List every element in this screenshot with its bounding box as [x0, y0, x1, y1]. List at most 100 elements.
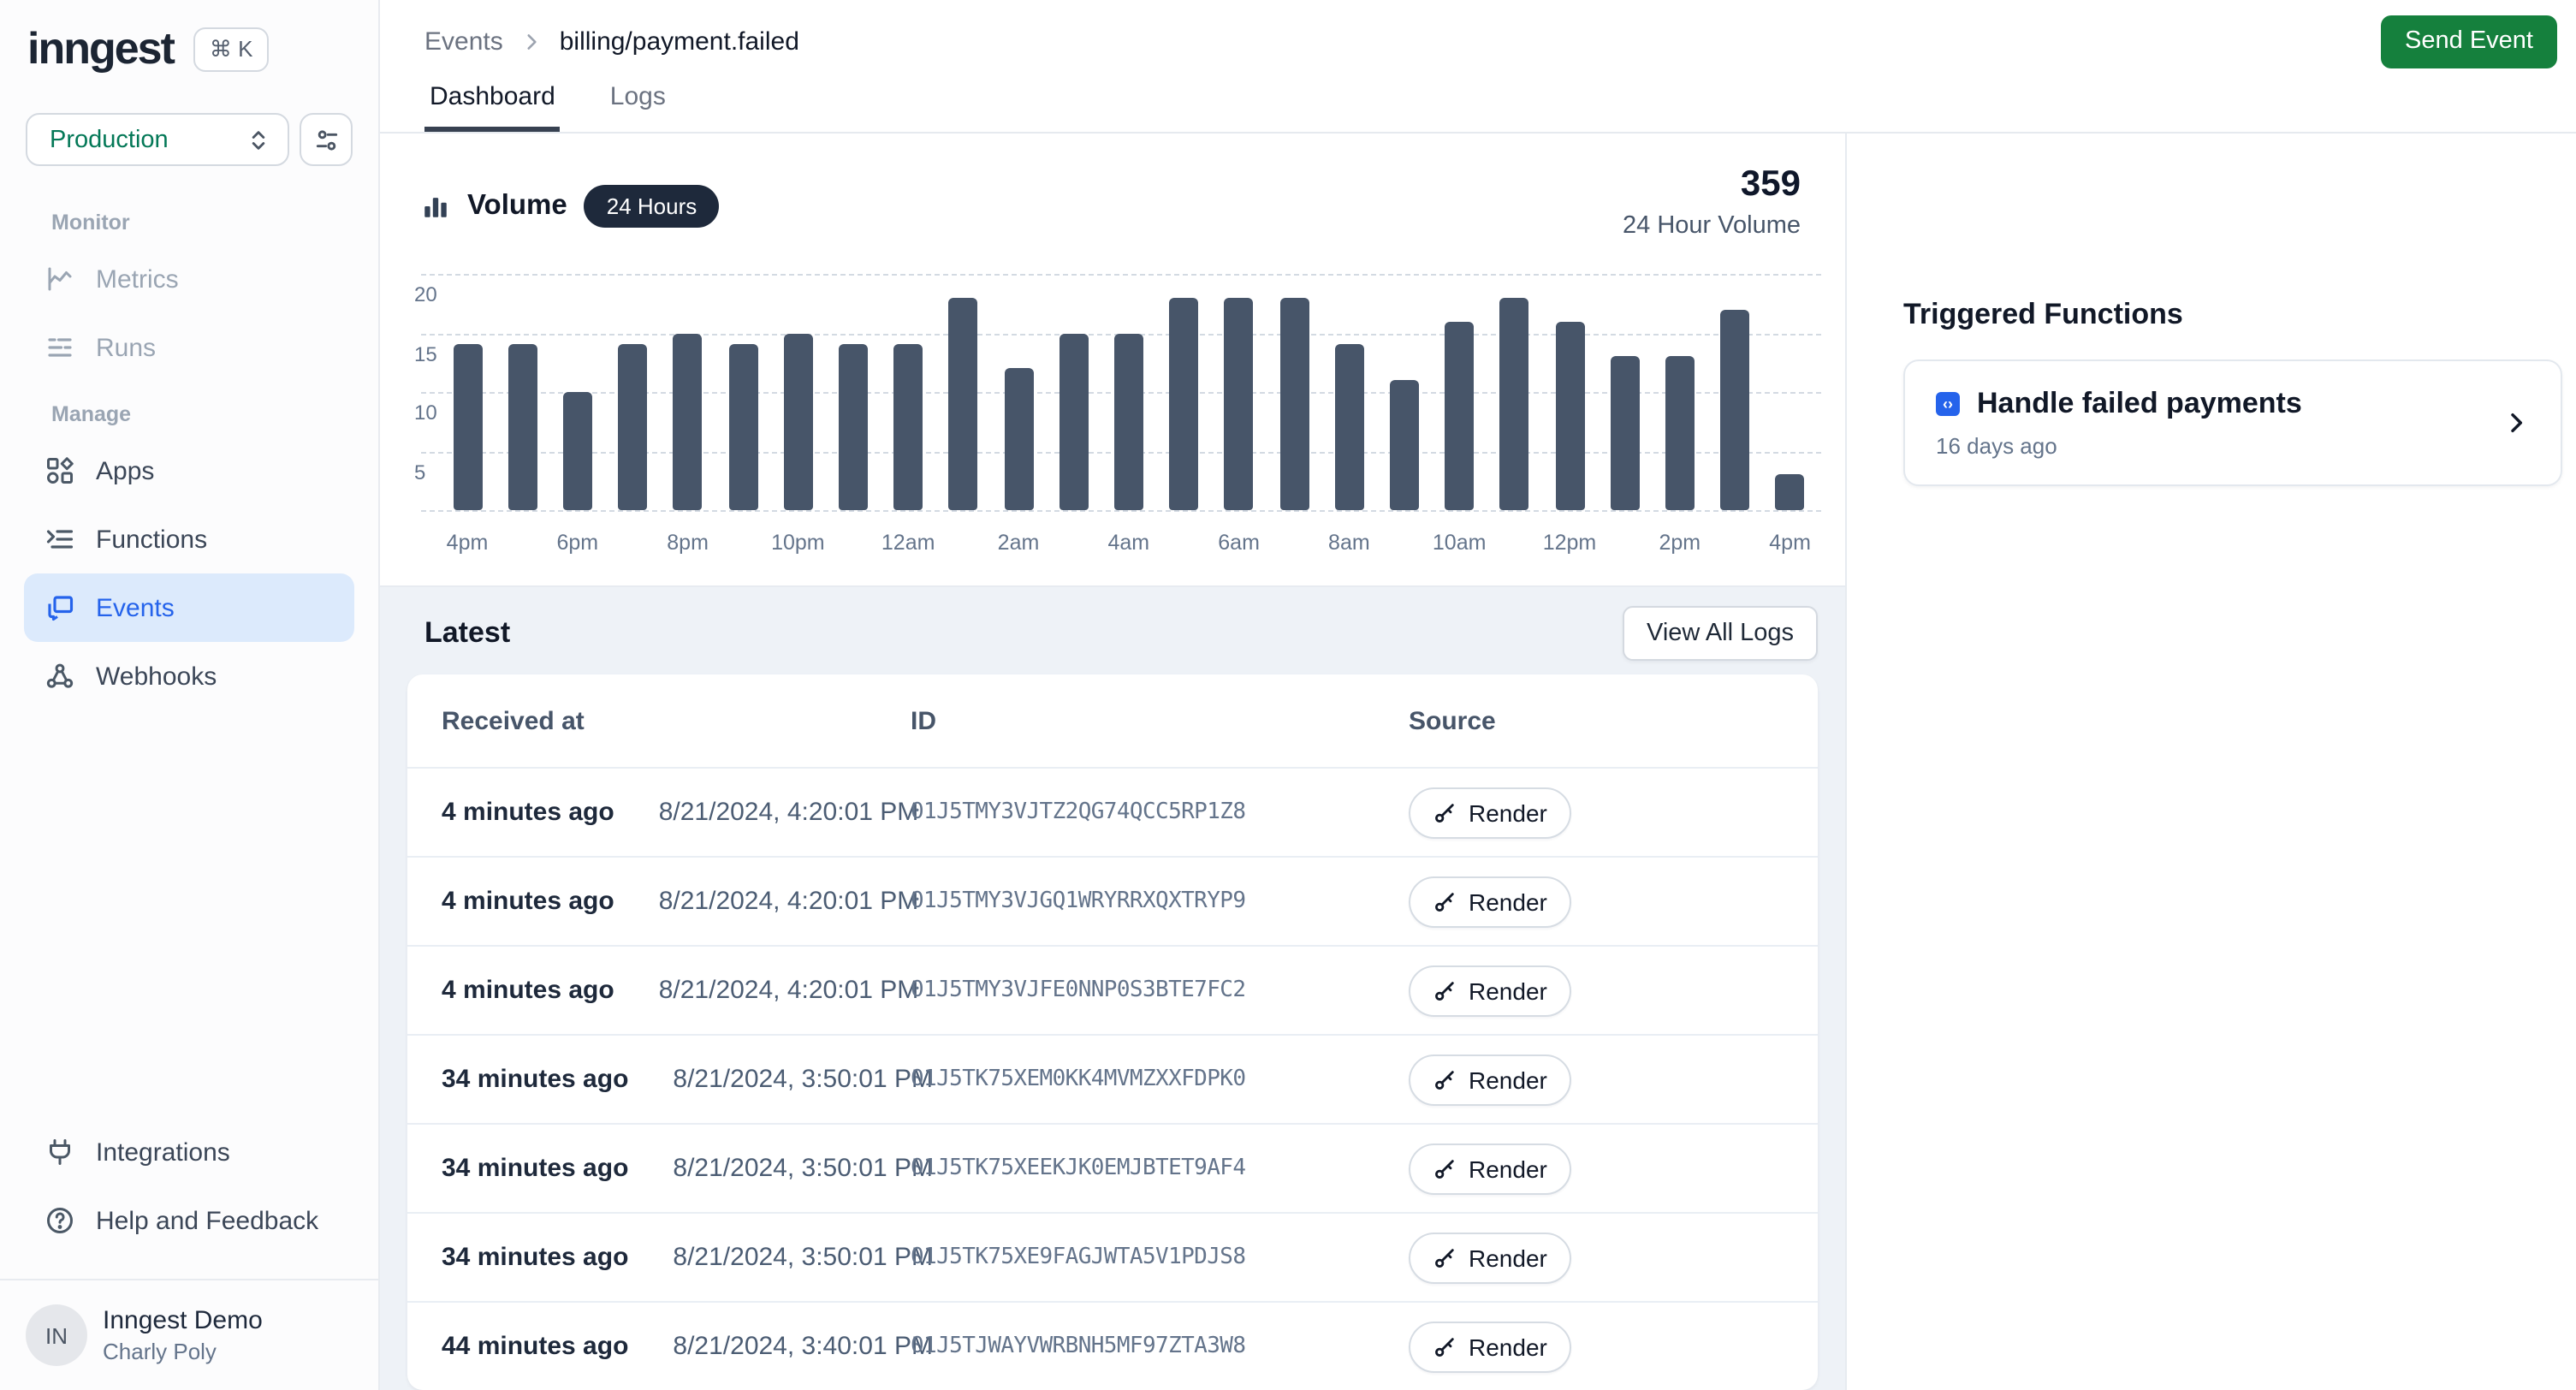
inngest-logo: inngest: [27, 22, 174, 75]
source-badge[interactable]: Render: [1409, 1054, 1571, 1105]
x-axis-tick: 6am: [1218, 531, 1260, 555]
sidebar-item-label: Runs: [96, 333, 156, 362]
sidebar-item-integrations[interactable]: Integrations: [24, 1118, 354, 1186]
volume-bar: [674, 333, 703, 510]
table-row[interactable]: 44 minutes ago8/21/2024, 3:40:01 PM01J5T…: [407, 1301, 1818, 1390]
sidebar-item-events[interactable]: Events: [24, 573, 354, 642]
latest-title: Latest: [424, 616, 510, 650]
table-header: Received at ID Source: [407, 674, 1818, 767]
sidebar-item-functions[interactable]: Functions: [24, 505, 354, 573]
sidebar-item-metrics[interactable]: Metrics: [24, 245, 354, 313]
key-icon: [1433, 889, 1457, 913]
cell-received-at: 44 minutes ago8/21/2024, 3:40:01 PM: [442, 1332, 911, 1361]
key-icon: [1433, 800, 1457, 824]
volume-bar: [1059, 333, 1088, 510]
line-chart-icon: [45, 264, 75, 294]
cell-source: Render: [1409, 1143, 1784, 1194]
plug-icon: [45, 1137, 75, 1167]
chevron-up-down-icon: [246, 128, 270, 151]
source-badge[interactable]: Render: [1409, 1321, 1571, 1372]
top-header: Events billing/payment.failed Send Event: [380, 0, 2576, 82]
sidebar-item-webhooks[interactable]: Webhooks: [24, 642, 354, 710]
volume-bar: [949, 298, 978, 510]
latest-section: Latest View All Logs Received at ID Sour…: [380, 585, 1845, 1390]
column-id: ID: [911, 706, 1409, 735]
triggered-functions-title: Triggered Functions: [1903, 298, 2562, 332]
source-badge[interactable]: Render: [1409, 965, 1571, 1016]
sidebar-nav: Monitor Metrics Runs Manage Apps: [0, 166, 378, 710]
key-icon: [1433, 1156, 1457, 1180]
environment-select-value: Production: [50, 126, 169, 153]
source-badge[interactable]: Render: [1409, 1232, 1571, 1283]
table-row[interactable]: 4 minutes ago8/21/2024, 4:20:01 PM01J5TM…: [407, 945, 1818, 1034]
table-row[interactable]: 4 minutes ago8/21/2024, 4:20:01 PM01J5TM…: [407, 767, 1818, 856]
breadcrumb-event-name: billing/payment.failed: [560, 27, 799, 56]
environment-select[interactable]: Production: [26, 113, 289, 166]
volume-bar: [1500, 298, 1529, 510]
table-row[interactable]: 34 minutes ago8/21/2024, 3:50:01 PM01J5T…: [407, 1034, 1818, 1123]
x-axis-tick: 12am: [881, 531, 935, 555]
volume-bar: [1390, 380, 1419, 510]
function-name: Handle failed payments: [1977, 387, 2302, 421]
breadcrumb-events-link[interactable]: Events: [424, 27, 503, 56]
table-row[interactable]: 34 minutes ago8/21/2024, 3:50:01 PM01J5T…: [407, 1123, 1818, 1212]
view-all-logs-button[interactable]: View All Logs: [1623, 606, 1818, 661]
bar-chart-icon: [421, 192, 450, 221]
cell-received-at: 4 minutes ago8/21/2024, 4:20:01 PM: [442, 887, 911, 916]
volume-bar: [1665, 357, 1695, 510]
received-relative: 44 minutes ago: [442, 1332, 628, 1361]
x-axis-tick: 4am: [1107, 531, 1149, 555]
triggered-functions-panel: Triggered Functions ‹› Handle failed pay…: [1845, 134, 2576, 1390]
event-id: 01J5TMY3VJGQ1WRYRRXQXTRYP9: [911, 888, 1409, 914]
table-row[interactable]: 4 minutes ago8/21/2024, 4:20:01 PM01J5TM…: [407, 856, 1818, 945]
apps-grid-icon: [45, 455, 75, 486]
received-datetime: 8/21/2024, 4:20:01 PM: [659, 798, 919, 827]
tab-dashboard[interactable]: Dashboard: [424, 82, 561, 132]
table-row[interactable]: 34 minutes ago8/21/2024, 3:50:01 PM01J5T…: [407, 1212, 1818, 1301]
source-badge[interactable]: Render: [1409, 876, 1571, 927]
volume-bar: [893, 345, 923, 510]
source-name: Render: [1469, 977, 1547, 1004]
sliders-icon: [312, 126, 340, 153]
sidebar-item-apps[interactable]: Apps: [24, 437, 354, 505]
cell-received-at: 4 minutes ago8/21/2024, 4:20:01 PM: [442, 798, 911, 827]
triggered-function-card[interactable]: ‹› Handle failed payments 16 days ago: [1903, 359, 2562, 486]
volume-bar: [839, 345, 868, 510]
source-name: Render: [1469, 1155, 1547, 1182]
source-badge[interactable]: Render: [1409, 1143, 1571, 1194]
event-id: 01J5TJWAYVWRBNH5MF97ZTA3W8: [911, 1334, 1409, 1359]
x-axis-tick: 2am: [998, 531, 1040, 555]
volume-bar: [1720, 309, 1749, 510]
key-icon: [1433, 1067, 1457, 1091]
cell-received-at: 34 minutes ago8/21/2024, 3:50:01 PM: [442, 1065, 911, 1094]
environment-settings-button[interactable]: [300, 113, 353, 166]
y-axis-tick: 20: [414, 282, 437, 306]
received-datetime: 8/21/2024, 4:20:01 PM: [659, 887, 919, 916]
tab-bar: Dashboard Logs: [380, 82, 2576, 134]
tab-logs[interactable]: Logs: [605, 82, 671, 132]
event-id: 01J5TMY3VJFE0NNP0S3BTE7FC2: [911, 977, 1409, 1003]
volume-total-caption: 24 Hour Volume: [1623, 212, 1801, 240]
sidebar-item-label: Functions: [96, 525, 207, 554]
volume-bar: [1169, 298, 1198, 510]
code-icon: ‹›: [1936, 392, 1960, 416]
source-name: Render: [1469, 1333, 1547, 1360]
user-org: Inngest Demo: [103, 1306, 263, 1335]
events-icon: [45, 592, 75, 623]
volume-bar: [1225, 298, 1254, 510]
user-menu[interactable]: IN Inngest Demo Charly Poly: [0, 1279, 378, 1390]
source-badge[interactable]: Render: [1409, 787, 1571, 838]
sidebar-item-label: Apps: [96, 456, 154, 485]
sidebar-item-runs[interactable]: Runs: [24, 313, 354, 382]
command-k-shortcut[interactable]: ⌘ K: [194, 27, 269, 71]
volume-bar-chart: 51015204pm6pm8pm10pm12am2am4am6am8am10am…: [421, 274, 1821, 510]
event-id: 01J5TK75XEM0KK4MVMZXXFDPK0: [911, 1066, 1409, 1092]
volume-bar: [1776, 475, 1805, 510]
volume-bar: [1334, 345, 1363, 510]
send-event-button[interactable]: Send Event: [2381, 15, 2557, 68]
key-icon: [1433, 1245, 1457, 1269]
sidebar-item-help[interactable]: Help and Feedback: [24, 1186, 354, 1255]
question-circle-icon: [45, 1205, 75, 1236]
y-axis-tick: 10: [414, 401, 437, 425]
y-axis-tick: 15: [414, 342, 437, 365]
